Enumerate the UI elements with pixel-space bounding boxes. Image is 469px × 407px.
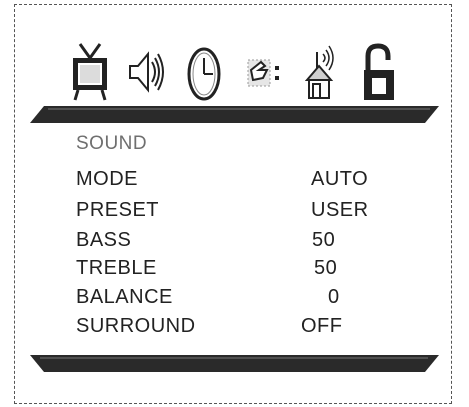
menu-row-value: USER <box>311 199 369 221</box>
menu-row-value: 50 <box>314 257 338 279</box>
menu-row-label: PRESET <box>76 199 160 221</box>
menu-icon-row <box>70 40 400 104</box>
clock-time-icon[interactable] <box>184 40 224 104</box>
menu-row-label: BALANCE <box>76 286 173 308</box>
house-antenna-icon[interactable] <box>305 40 345 104</box>
menu-row-preset[interactable]: PRESET USER <box>76 199 406 225</box>
menu-row-value: OFF <box>301 315 343 337</box>
menu-row-label: MODE <box>76 168 138 190</box>
menu-row-value: 0 <box>328 286 340 308</box>
menu-row-label: TREBLE <box>76 257 157 279</box>
tv-picture-icon[interactable] <box>70 40 110 104</box>
menu-row-bass[interactable]: BASS 50 <box>76 229 406 255</box>
menu-divider-bottom <box>30 355 439 372</box>
menu-title: SOUND <box>76 133 148 154</box>
menu-row-surround[interactable]: SURROUND OFF <box>76 315 406 341</box>
menu-row-label: BASS <box>76 229 132 251</box>
menu-row-treble[interactable]: TREBLE 50 <box>76 257 406 283</box>
speaker-sound-icon[interactable] <box>126 40 166 104</box>
menu-divider-top <box>30 106 439 123</box>
padlock-lock-icon[interactable] <box>360 40 400 104</box>
menu-row-label: SURROUND <box>76 315 196 337</box>
menu-row-mode[interactable]: MODE AUTO <box>76 168 406 194</box>
menu-row-value: AUTO <box>311 168 369 190</box>
hand-setup-icon[interactable] <box>245 40 285 104</box>
menu-row-balance[interactable]: BALANCE 0 <box>76 286 406 312</box>
menu-row-value: 50 <box>312 229 336 251</box>
